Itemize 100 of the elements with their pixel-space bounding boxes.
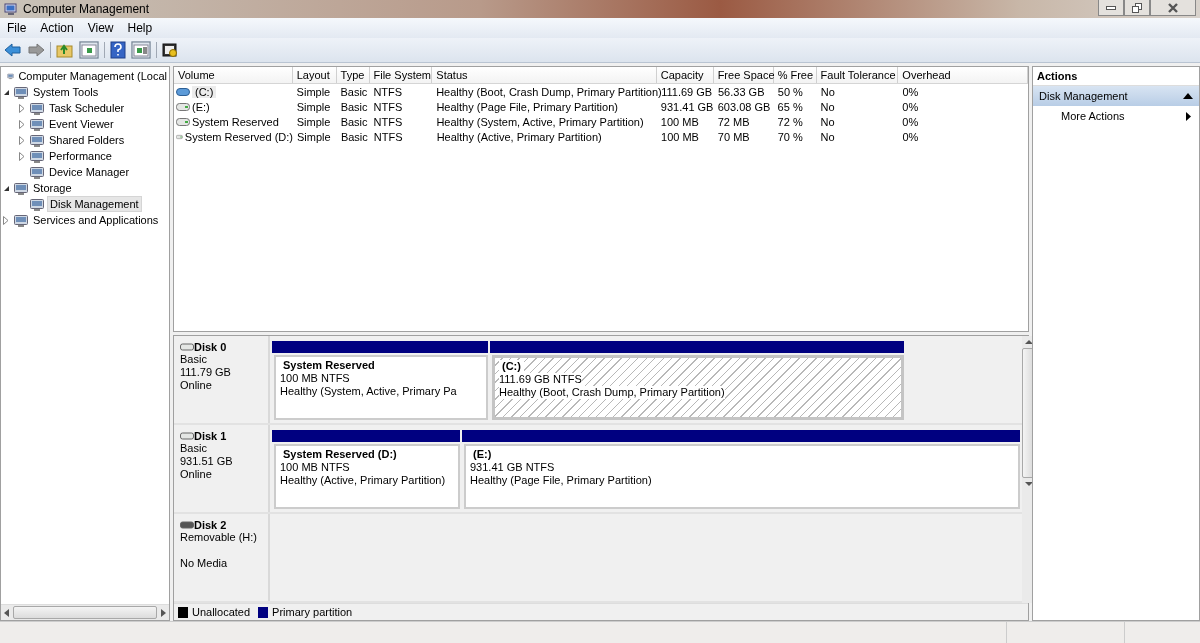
console-tree-toggle-icon[interactable] bbox=[79, 41, 99, 59]
folder-up-icon[interactable] bbox=[56, 42, 74, 58]
collapse-arrow-icon[interactable] bbox=[1183, 93, 1193, 99]
disk-drive-icon bbox=[180, 343, 194, 351]
table-cell: Basic bbox=[340, 130, 368, 143]
column-header[interactable]: Fault Tolerance bbox=[816, 67, 899, 83]
back-arrow-icon[interactable] bbox=[4, 42, 22, 58]
column-header[interactable]: Layout bbox=[292, 67, 337, 83]
menu-item[interactable]: View bbox=[80, 21, 121, 35]
tree-item[interactable]: Disk Management bbox=[47, 196, 142, 212]
table-cell[interactable]: System Reserved bbox=[192, 115, 279, 128]
table-cell: 0% bbox=[902, 85, 919, 98]
partition-block[interactable]: System Reserved (D:) 100 MB NTFS Healthy (Active, Primary Partition) bbox=[274, 444, 460, 509]
collapsed-arrow-icon[interactable] bbox=[3, 215, 9, 225]
restore-button[interactable] bbox=[1124, 0, 1150, 16]
menu-item[interactable]: Action bbox=[33, 21, 81, 35]
table-cell[interactable]: System Reserved (D:) bbox=[184, 130, 293, 143]
partition-size: 100 MB NTFS bbox=[280, 372, 350, 385]
collapsed-arrow-icon[interactable] bbox=[19, 135, 25, 145]
close-button[interactable] bbox=[1150, 0, 1196, 16]
table-cell: No bbox=[820, 130, 835, 143]
tree-node-icon bbox=[13, 212, 29, 228]
table-cell: 72 % bbox=[777, 115, 803, 128]
tree-node-icon bbox=[13, 180, 29, 196]
partition-block[interactable]: System Reserved 100 MB NTFS Healthy (System, Active, Primary Pa bbox=[274, 355, 488, 420]
table-cell: NTFS bbox=[373, 100, 403, 113]
disk-size: 111.79 GB bbox=[180, 366, 232, 379]
help-icon[interactable] bbox=[110, 41, 126, 59]
table-cell: 70 MB bbox=[717, 130, 750, 143]
partition-block[interactable]: (C:) 111.69 GB NTFS Healthy (Boot, Crash Dump, Primary Partition) bbox=[492, 355, 904, 420]
scroll-left-icon[interactable] bbox=[4, 608, 10, 617]
tree-item[interactable]: Task Scheduler bbox=[47, 101, 127, 115]
tree-item[interactable]: Storage bbox=[31, 181, 74, 195]
table-cell: Simple bbox=[296, 115, 331, 128]
minimize-button[interactable] bbox=[1098, 0, 1124, 16]
table-cell: 65 % bbox=[777, 100, 803, 113]
disk-type: Basic bbox=[180, 353, 208, 366]
column-header[interactable]: Capacity bbox=[656, 67, 714, 83]
column-header[interactable]: Volume bbox=[174, 67, 293, 83]
disk-name: Disk 1 bbox=[194, 430, 227, 442]
column-header[interactable]: Status bbox=[432, 67, 657, 83]
tree-item[interactable]: System Tools bbox=[31, 85, 101, 99]
close-icon bbox=[1168, 2, 1178, 13]
partition-label: System Reserved bbox=[282, 359, 376, 372]
drive-icon bbox=[176, 132, 183, 141]
tree-item[interactable]: Shared Folders bbox=[47, 133, 127, 147]
tree-item[interactable]: Computer Management (Local bbox=[16, 69, 169, 83]
table-cell[interactable]: (C:) bbox=[192, 85, 217, 98]
table-cell: 0% bbox=[902, 130, 919, 143]
horizontal-scrollbar[interactable] bbox=[1, 604, 169, 620]
table-cell: 100 MB bbox=[661, 130, 699, 143]
action-item[interactable]: More Actions bbox=[1061, 110, 1125, 122]
partition-size: 100 MB NTFS bbox=[280, 461, 350, 474]
collapsed-arrow-icon[interactable] bbox=[19, 103, 25, 113]
column-header[interactable]: % Free bbox=[773, 67, 817, 83]
column-header[interactable]: Type bbox=[336, 67, 370, 83]
submenu-arrow-icon bbox=[1186, 111, 1191, 121]
column-header[interactable]: Overhead bbox=[898, 67, 1028, 83]
collapsed-arrow-icon[interactable] bbox=[19, 151, 25, 161]
disk-type: Removable (H:) bbox=[180, 531, 259, 544]
partition-size: 931.41 GB NTFS bbox=[470, 461, 555, 474]
forward-arrow-icon[interactable] bbox=[27, 42, 45, 58]
legend-label: Primary partition bbox=[272, 606, 353, 618]
properties-icon[interactable] bbox=[162, 42, 178, 58]
table-cell: 0% bbox=[902, 100, 919, 113]
expanded-arrow-icon[interactable] bbox=[2, 184, 10, 192]
collapsed-arrow-icon[interactable] bbox=[19, 119, 25, 129]
legend-label: Unallocated bbox=[192, 606, 251, 618]
menu-item[interactable]: File bbox=[0, 21, 34, 35]
table-cell: Simple bbox=[296, 100, 331, 113]
tree-item[interactable]: Performance bbox=[47, 149, 114, 163]
disk-status: Online bbox=[180, 468, 213, 481]
actions-section[interactable]: Disk Management bbox=[1033, 86, 1199, 106]
menu-item[interactable]: Help bbox=[120, 21, 160, 35]
column-header[interactable]: File System bbox=[369, 67, 433, 83]
tree-item[interactable]: Event Viewer bbox=[47, 117, 116, 131]
partition-status: Healthy (Boot, Crash Dump, Primary Partition) bbox=[499, 386, 725, 399]
tree-item[interactable]: Services and Applications bbox=[31, 213, 161, 227]
action-pane-toggle-icon[interactable] bbox=[131, 41, 151, 59]
scroll-right-icon[interactable] bbox=[160, 608, 166, 617]
disk-type: Basic bbox=[180, 442, 208, 455]
partition-status: Healthy (Active, Primary Partition) bbox=[280, 474, 446, 487]
tree-item[interactable]: Device Manager bbox=[47, 165, 132, 179]
scroll-down-icon[interactable] bbox=[1024, 481, 1033, 487]
partition-block[interactable]: (E:) 931.41 GB NTFS Healthy (Page File, Primary Partition) bbox=[464, 444, 1020, 509]
scrollbar-thumb[interactable] bbox=[13, 606, 157, 619]
disk-name: Disk 0 bbox=[194, 341, 227, 353]
disk-name: Disk 2 bbox=[194, 519, 227, 531]
tree-node-icon bbox=[29, 164, 45, 180]
table-cell: 100 MB bbox=[660, 115, 699, 128]
disk-drive-icon bbox=[180, 432, 194, 440]
table-cell: Basic bbox=[340, 85, 368, 98]
table-cell: 931.41 GB bbox=[660, 100, 714, 113]
disk-drive-icon bbox=[180, 521, 194, 529]
column-header[interactable]: Free Space bbox=[713, 67, 774, 83]
expanded-arrow-icon[interactable] bbox=[2, 88, 10, 96]
table-cell[interactable]: (E:) bbox=[192, 100, 210, 113]
table-cell: NTFS bbox=[373, 130, 403, 143]
scroll-up-icon[interactable] bbox=[1024, 339, 1033, 345]
disk-status: Online bbox=[180, 379, 213, 392]
